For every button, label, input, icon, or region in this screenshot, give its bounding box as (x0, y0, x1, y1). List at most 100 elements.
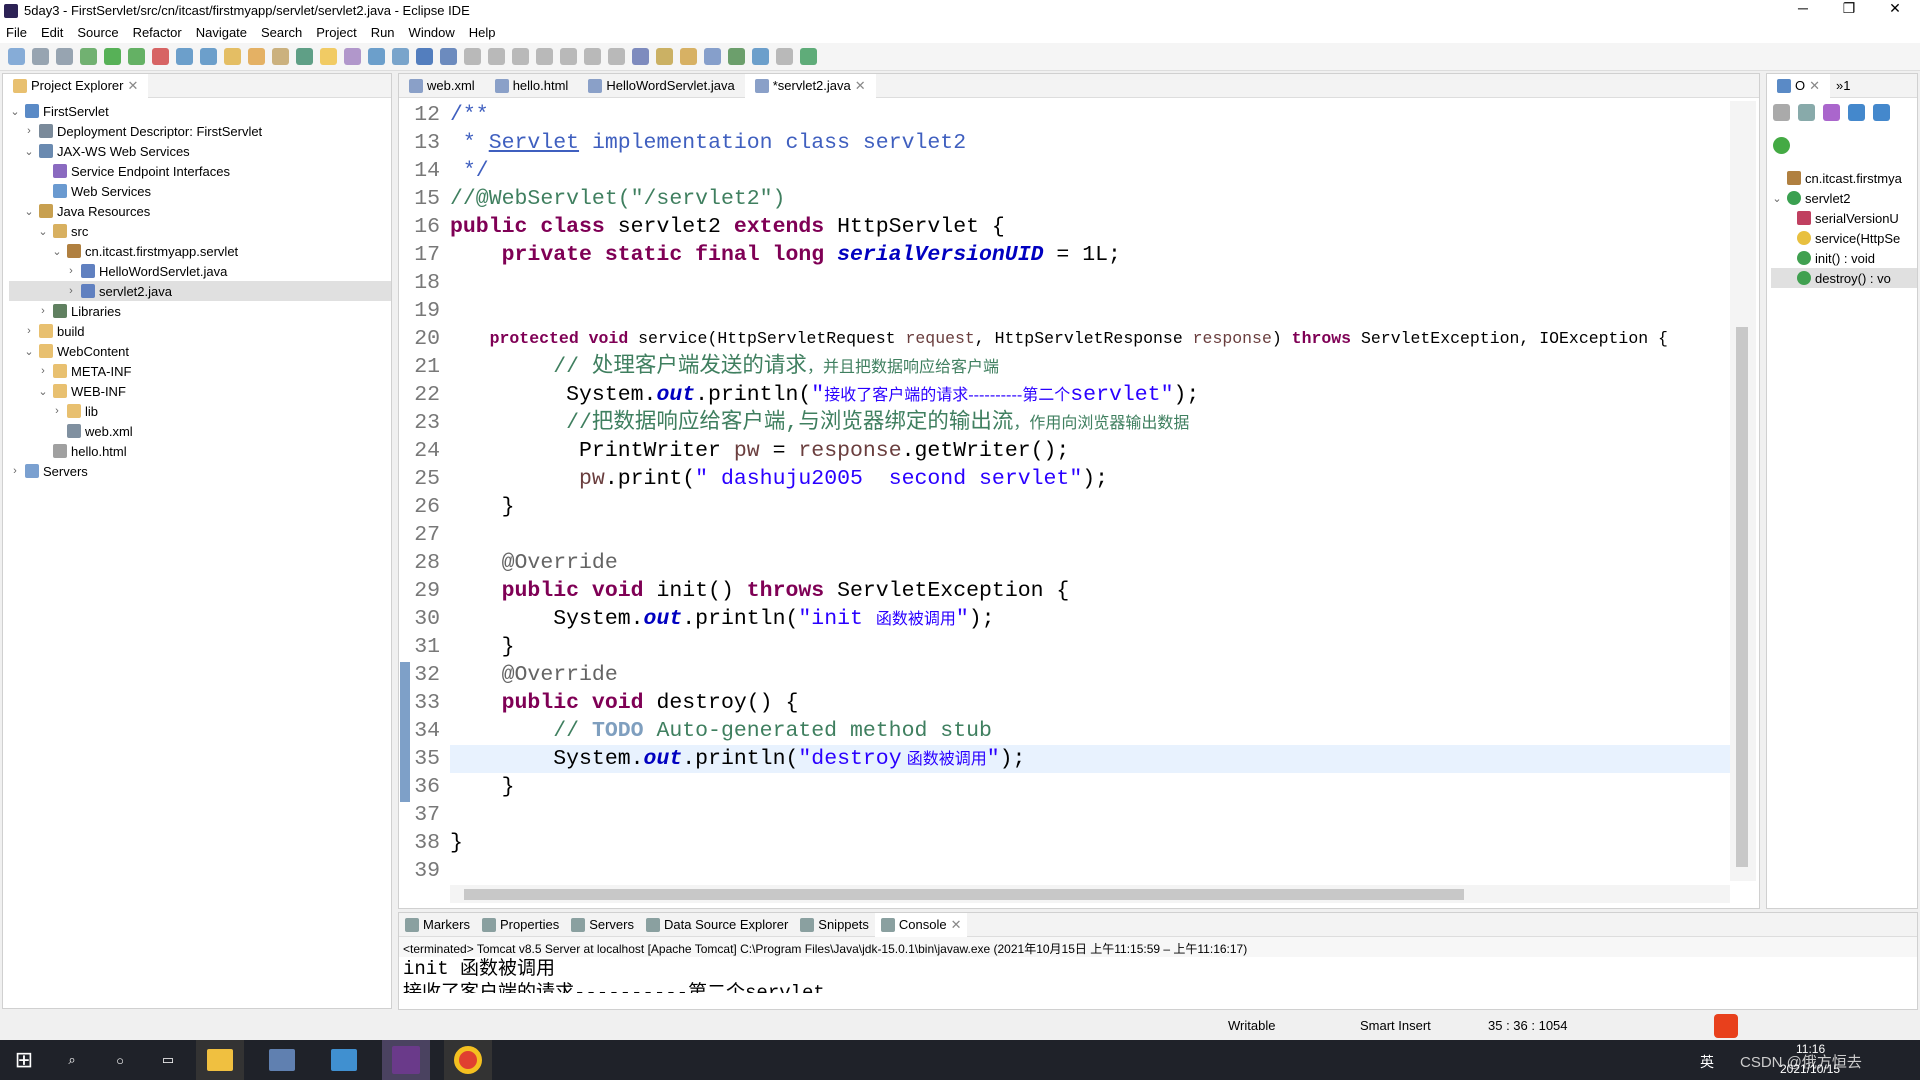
cortana-icon[interactable]: ○ (96, 1040, 144, 1080)
menu-refactor[interactable]: Refactor (133, 25, 182, 40)
chevron-down-icon[interactable]: ⌄ (23, 345, 35, 358)
ime-indicator[interactable]: 英 (1700, 1052, 1714, 1072)
tree-item[interactable]: service(HttpSe (1771, 228, 1917, 248)
tree-item[interactable]: init() : void (1771, 248, 1917, 268)
tree-item[interactable]: ⌄ WEB-INF (9, 381, 391, 401)
chevron-right-icon[interactable]: › (23, 125, 35, 137)
menu-source[interactable]: Source (77, 25, 118, 40)
toolbar-button-icon[interactable] (632, 48, 649, 65)
toolbar-button-icon[interactable] (752, 48, 769, 65)
more-views-button[interactable]: »1 (1830, 78, 1850, 93)
toolbar-button-icon[interactable] (488, 48, 505, 65)
toolbar-button-icon[interactable] (776, 48, 793, 65)
chevron-down-icon[interactable]: ⌄ (9, 105, 21, 118)
public-icon[interactable] (1773, 137, 1790, 154)
tree-item[interactable]: › Libraries (9, 301, 391, 321)
scrollbar-thumb[interactable] (464, 889, 1464, 900)
toolbar-button-icon[interactable] (104, 48, 121, 65)
tab-console[interactable]: Console ✕ (874, 912, 968, 937)
toolbar-button-icon[interactable] (320, 48, 337, 65)
console-output[interactable]: init 函数被调用 接收了客户端的请求----------第二个servlet (399, 957, 1917, 993)
toolbar-button-icon[interactable] (464, 48, 481, 65)
chevron-right-icon[interactable]: › (9, 465, 21, 477)
toolbar-button-icon[interactable] (392, 48, 409, 65)
menu-edit[interactable]: Edit (41, 25, 63, 40)
tab-data-source-explorer[interactable]: Data Source Explorer (640, 913, 794, 937)
tree-item[interactable]: serialVersionU (1771, 208, 1917, 228)
menu-help[interactable]: Help (469, 25, 496, 40)
tree-item[interactable]: › HelloWordServlet.java (9, 261, 391, 281)
restore-button[interactable]: ❐ (1826, 0, 1872, 21)
chevron-down-icon[interactable]: ⌄ (23, 205, 35, 218)
tree-item[interactable]: ⌄ servlet2 (1771, 188, 1917, 208)
tab-snippets[interactable]: Snippets (794, 913, 875, 937)
editor-tab[interactable]: web.xml (399, 74, 485, 98)
menu-project[interactable]: Project (316, 25, 356, 40)
close-icon[interactable]: ✕ (127, 78, 138, 94)
chevron-right-icon[interactable]: › (51, 405, 63, 417)
tree-item[interactable]: cn.itcast.firstmya (1771, 168, 1917, 188)
toolbar-button-icon[interactable] (560, 48, 577, 65)
app-icon[interactable] (320, 1040, 368, 1080)
file-explorer-icon[interactable] (196, 1040, 244, 1080)
clock-date[interactable]: 2021/10/15 (1780, 1062, 1840, 1076)
tree-item[interactable]: › build (9, 321, 391, 341)
toolbar-button-icon[interactable] (368, 48, 385, 65)
toolbar-button-icon[interactable] (224, 48, 241, 65)
eclipse-taskbar-icon[interactable] (382, 1040, 430, 1080)
toolbar-button-icon[interactable] (608, 48, 625, 65)
toolbar-button-icon[interactable] (80, 48, 97, 65)
tree-item[interactable]: ⌄ JAX-WS Web Services (9, 141, 391, 161)
scrollbar-thumb[interactable] (1736, 327, 1748, 867)
chrome-icon[interactable] (444, 1040, 492, 1080)
toolbar-button-icon[interactable] (416, 48, 433, 65)
task-view-icon[interactable]: ▭ (144, 1040, 192, 1080)
toolbar-button-icon[interactable] (536, 48, 553, 65)
toolbar-button-icon[interactable] (680, 48, 697, 65)
tree-item[interactable]: web.xml (9, 421, 391, 441)
chevron-down-icon[interactable]: ⌄ (37, 225, 49, 238)
editor-tab[interactable]: hello.html (485, 74, 579, 98)
toolbar-button-icon[interactable] (56, 48, 73, 65)
vertical-scrollbar[interactable] (1730, 101, 1756, 881)
sogou-ime-icon[interactable] (1714, 1014, 1738, 1038)
toolbar-button-icon[interactable] (176, 48, 193, 65)
tree-item[interactable]: › Servers (9, 461, 391, 481)
editor-tab[interactable]: *servlet2.java ✕ (744, 73, 876, 98)
search-icon[interactable]: ⌕ (48, 1040, 96, 1080)
toolbar-button-icon[interactable] (704, 48, 721, 65)
tree-item[interactable]: › servlet2.java (9, 281, 391, 301)
toolbar-button-icon[interactable] (32, 48, 49, 65)
sort-icon[interactable] (1823, 104, 1840, 121)
toolbar-button-icon[interactable] (272, 48, 289, 65)
chevron-down-icon[interactable]: ⌄ (37, 385, 49, 398)
chevron-right-icon[interactable]: › (37, 305, 49, 317)
tree-item[interactable]: ⌄ WebContent (9, 341, 391, 361)
toolbar-button-icon[interactable] (8, 48, 25, 65)
tab-outline[interactable]: O ✕ (1767, 73, 1831, 98)
menu-navigate[interactable]: Navigate (196, 25, 247, 40)
hide-nonpublic-icon[interactable] (1848, 104, 1865, 121)
app-icon[interactable] (258, 1040, 306, 1080)
toolbar-button-icon[interactable] (800, 48, 817, 65)
chevron-right-icon[interactable]: › (65, 265, 77, 277)
toolbar-button-icon[interactable] (728, 48, 745, 65)
close-icon[interactable]: ✕ (1809, 78, 1820, 94)
menu-search[interactable]: Search (261, 25, 302, 40)
toolbar-button-icon[interactable] (656, 48, 673, 65)
clock-time[interactable]: 11:16 (1796, 1042, 1825, 1056)
tree-item[interactable]: › lib (9, 401, 391, 421)
editor-tab[interactable]: HelloWordServlet.java (578, 74, 744, 98)
close-icon[interactable]: ✕ (951, 917, 962, 933)
tab-servers[interactable]: Servers (565, 913, 640, 937)
chevron-right-icon[interactable]: › (23, 325, 35, 337)
toolbar-button-icon[interactable] (512, 48, 529, 65)
chevron-down-icon[interactable]: ⌄ (51, 245, 63, 258)
tab-markers[interactable]: Markers (399, 913, 476, 937)
tree-item[interactable]: Web Services (9, 181, 391, 201)
toolbar-button-icon[interactable] (248, 48, 265, 65)
chevron-right-icon[interactable]: › (37, 365, 49, 377)
chevron-right-icon[interactable]: › (65, 285, 77, 297)
toolbar-button-icon[interactable] (296, 48, 313, 65)
toolbar-button-icon[interactable] (344, 48, 361, 65)
